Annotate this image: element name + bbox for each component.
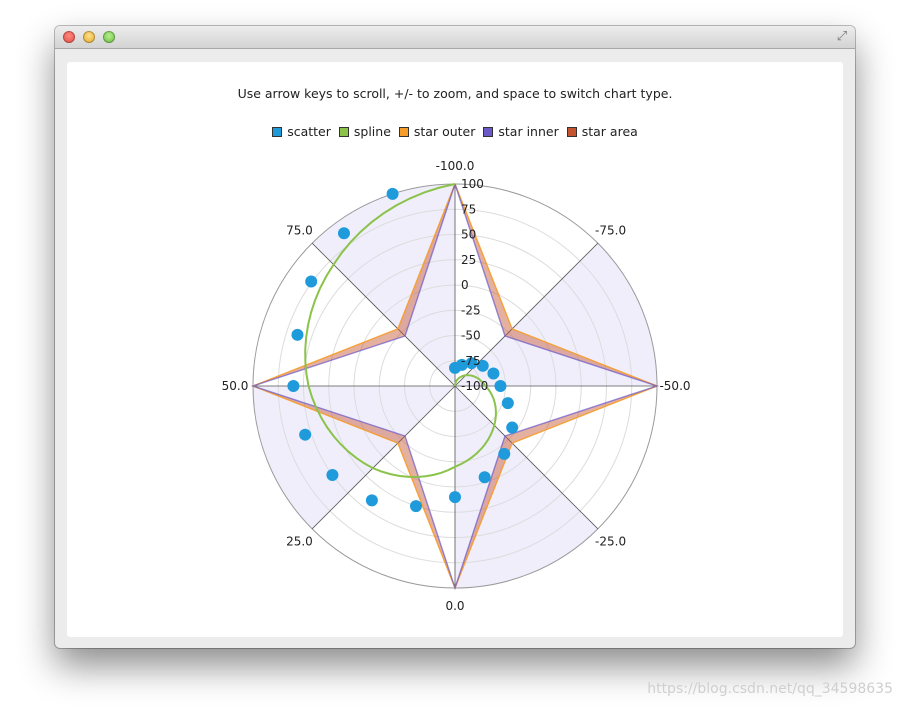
scatter-point-3[interactable] — [291, 328, 304, 341]
minimize-window-button[interactable] — [83, 31, 95, 43]
scatter-point-12[interactable] — [506, 421, 519, 434]
angular-tick-label: 75.0 — [286, 223, 313, 237]
scatter-point-0[interactable] — [386, 187, 399, 200]
radial-tick-label: 0 — [461, 278, 469, 292]
scatter-point-15[interactable] — [487, 367, 500, 380]
zoom-window-button[interactable] — [103, 31, 115, 43]
angular-tick-label: 50.0 — [222, 379, 249, 393]
radial-tick-label: -50 — [461, 329, 481, 343]
scatter-point-14[interactable] — [494, 380, 507, 392]
radial-tick-label: -100 — [461, 379, 488, 393]
fullscreen-arrows-icon[interactable]: ⤢ — [834, 29, 850, 45]
angular-tick-label: -100.0 — [436, 159, 475, 173]
scatter-point-2[interactable] — [305, 275, 318, 288]
angular-tick-label: -25.0 — [595, 535, 626, 549]
polar-chart[interactable]: 100 75 50 25 0 -25 -50 -75 -100 -100.0 -75.0 -50.0 -… — [67, 62, 843, 637]
angular-tick-label: 0.0 — [445, 599, 464, 613]
close-window-button[interactable] — [63, 31, 75, 43]
chart-panel: Use arrow keys to scroll, +/- to zoom, a… — [67, 62, 843, 637]
radial-tick-label: 75 — [461, 202, 476, 216]
scatter-point-10[interactable] — [478, 471, 491, 484]
scatter-point-5[interactable] — [299, 428, 312, 441]
scatter-point-6[interactable] — [326, 469, 339, 482]
scatter-point-7[interactable] — [365, 494, 378, 507]
radial-tick-label: -25 — [461, 303, 481, 317]
radial-tick-label: 25 — [461, 253, 476, 267]
watermark-text: https://blog.csdn.net/qq_34598635 — [647, 681, 893, 697]
scatter-point-1[interactable] — [337, 227, 350, 240]
radial-tick-label: -75 — [461, 354, 481, 368]
angular-tick-label: -50.0 — [659, 379, 690, 393]
angular-tick-label: 25.0 — [286, 535, 313, 549]
title-bar: ⤢ — [55, 26, 855, 49]
scatter-point-9[interactable] — [449, 491, 461, 504]
radial-tick-label: 100 — [461, 177, 484, 191]
scatter-point-13[interactable] — [501, 397, 514, 410]
angular-tick-label: -75.0 — [595, 223, 626, 237]
scatter-point-19[interactable] — [449, 361, 461, 374]
radial-tick-label: 50 — [461, 228, 476, 242]
app-window: ⤢ Use arrow keys to scroll, +/- to zoom,… — [55, 26, 855, 648]
scatter-point-4[interactable] — [287, 380, 300, 392]
scatter-point-11[interactable] — [498, 447, 511, 460]
scatter-point-8[interactable] — [409, 500, 422, 513]
